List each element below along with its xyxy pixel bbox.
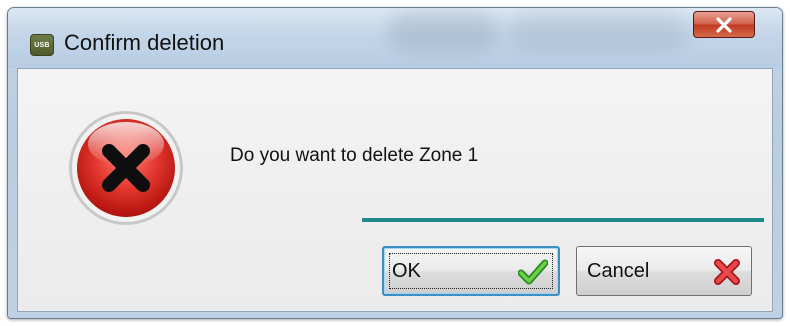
dialog-body: Do you want to delete Zone 1 OK Cancel — [17, 68, 773, 312]
cancel-button-label: Cancel — [587, 260, 650, 282]
glass-background-blur — [388, 12, 498, 52]
ok-button-label: OK — [392, 260, 421, 282]
app-icon: USB — [30, 34, 54, 56]
divider-line — [362, 218, 764, 222]
close-icon — [716, 16, 732, 33]
glass-background-blur — [508, 12, 688, 52]
title-bar[interactable]: USB Confirm deletion — [8, 8, 782, 68]
ok-button[interactable]: OK — [382, 246, 560, 296]
dialog-window: USB Confirm deletion Do you want to dele… — [7, 7, 783, 319]
cancel-button[interactable]: Cancel — [576, 246, 752, 296]
red-x-icon — [714, 259, 740, 285]
dialog-message: Do you want to delete Zone 1 — [230, 145, 479, 166]
app-icon-text: USB — [34, 41, 50, 49]
error-icon — [69, 111, 183, 225]
window-title: Confirm deletion — [64, 30, 225, 55]
checkmark-icon — [518, 259, 548, 285]
close-button[interactable] — [693, 11, 755, 38]
